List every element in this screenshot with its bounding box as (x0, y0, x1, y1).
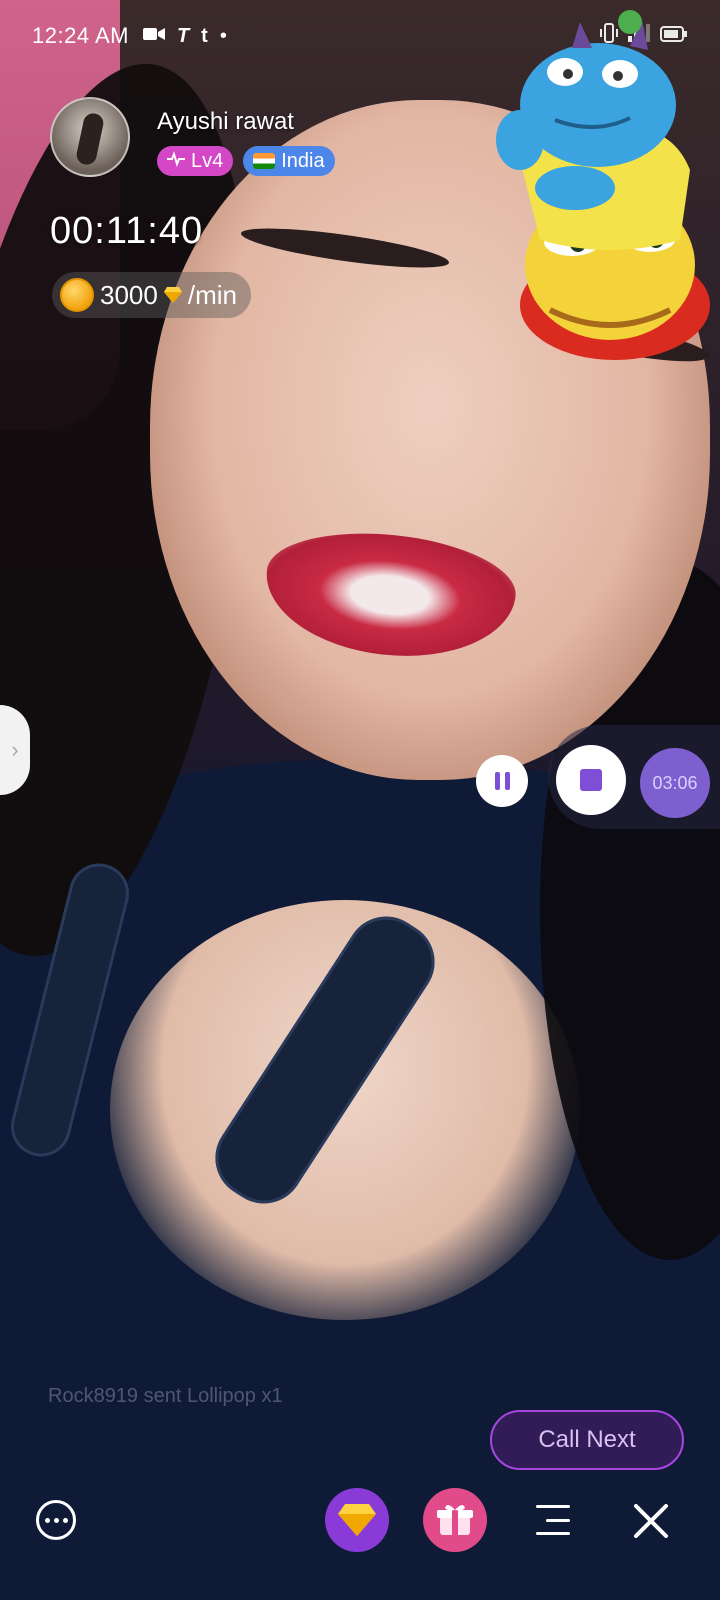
gift-icon[interactable] (423, 1488, 487, 1552)
host-avatar[interactable] (50, 97, 130, 177)
recording-elapsed: 03:06 (640, 748, 710, 818)
rate-unit: /min (187, 279, 237, 310)
close-icon[interactable] (632, 1502, 670, 1540)
video-camera-icon (142, 25, 165, 48)
rate-value: 3000 (100, 279, 158, 310)
diamond-icon (163, 287, 182, 303)
host-name[interactable]: Ayushi rawat (157, 108, 294, 136)
stop-icon (580, 769, 602, 791)
menu-icon[interactable] (536, 1505, 570, 1535)
rate-pill: 3000 /min (52, 272, 251, 318)
gift-message: Rock8919 sent Lollipop x1 (48, 1385, 283, 1407)
country-badge: India (243, 146, 335, 176)
host-badges: Lv4 India (157, 146, 335, 176)
status-time: 12:24 AM (32, 23, 129, 48)
dot-icon: • (219, 24, 227, 47)
india-flag-icon (253, 153, 276, 169)
diamond-icon[interactable] (325, 1488, 389, 1552)
call-next-button[interactable]: Call Next (490, 1410, 684, 1470)
level-badge: Lv4 (157, 146, 234, 176)
pause-recording-button[interactable] (476, 755, 528, 807)
country-label: India (281, 149, 325, 172)
call-timer: 00:11:40 (50, 210, 204, 252)
chat-icon[interactable] (36, 1500, 76, 1540)
level-label: Lv4 (191, 149, 224, 172)
coin-icon (60, 278, 94, 312)
text-t-icon: T (176, 24, 190, 47)
cartoon-sticker (480, 10, 710, 360)
tumblr-t-icon: t (201, 24, 208, 47)
heartbeat-icon (167, 150, 185, 173)
stop-recording-button[interactable] (556, 745, 626, 815)
